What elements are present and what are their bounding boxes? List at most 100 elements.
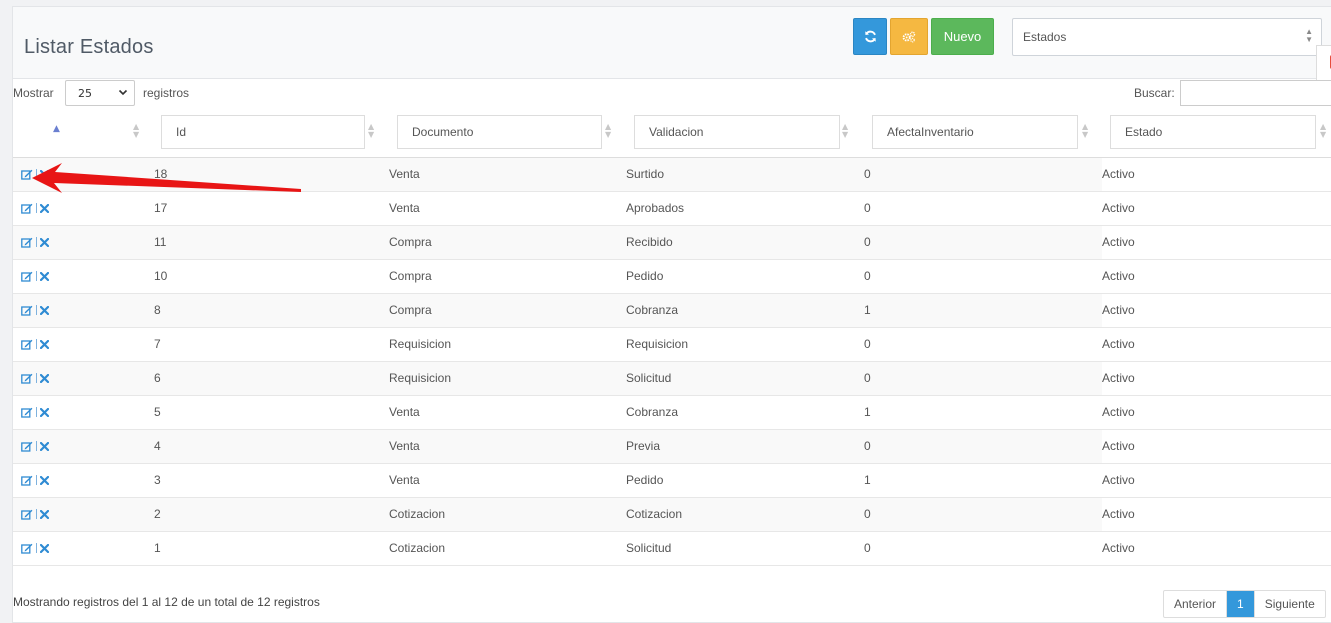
delete-icon[interactable] (40, 169, 49, 179)
module-select-value: Estados (1023, 30, 1067, 44)
filter-validacion[interactable]: Validacion (634, 115, 840, 149)
cell-estado: Activo (1102, 497, 1331, 531)
show-label: Mostrar (13, 86, 54, 100)
delete-icon[interactable] (40, 509, 49, 519)
cell-documento: Requisicion (389, 371, 452, 385)
delete-icon[interactable] (40, 237, 49, 247)
row-actions (13, 497, 153, 531)
sort-icon: ▲ ▼ (842, 122, 849, 139)
edit-icon[interactable] (21, 475, 33, 486)
column-afectainventario-header[interactable]: AfectaInventario ▲ ▼ (864, 107, 1102, 158)
edit-icon[interactable] (21, 373, 33, 384)
cell-id: 18 (154, 167, 168, 181)
side-tab[interactable] (1316, 45, 1331, 83)
cell-id: 2 (154, 507, 161, 521)
table-row: 8 Compra Cobranza 1 Activo (13, 293, 1331, 327)
separator (36, 373, 37, 383)
filter-documento[interactable]: Documento (397, 115, 602, 149)
cell-afectainventario: 0 (864, 371, 871, 385)
cell-estado: Activo (1102, 361, 1331, 395)
separator (36, 509, 37, 519)
page-length-select[interactable]: 25 (65, 80, 135, 106)
edit-icon[interactable] (21, 543, 33, 554)
cell-afectainventario: 0 (864, 337, 871, 351)
cell-id: 10 (154, 269, 168, 283)
row-actions (13, 225, 153, 259)
edit-icon[interactable] (21, 237, 33, 248)
row-actions (13, 259, 153, 293)
edit-icon[interactable] (21, 305, 33, 316)
cell-afectainventario: 0 (864, 235, 871, 249)
refresh-button[interactable] (853, 18, 887, 55)
edit-icon[interactable] (21, 169, 33, 180)
cell-estado: Activo (1102, 225, 1331, 259)
cell-documento: Requisicion (389, 337, 452, 351)
table-row: 17 Venta Aprobados 0 Activo (13, 191, 1331, 225)
edit-icon[interactable] (21, 509, 33, 520)
cell-documento: Compra (389, 303, 432, 317)
cell-validacion: Requisicion (626, 337, 689, 351)
row-actions (13, 293, 153, 327)
cell-estado: Activo (1102, 531, 1331, 565)
edit-icon[interactable] (21, 271, 33, 282)
delete-icon[interactable] (40, 407, 49, 417)
delete-icon[interactable] (40, 339, 49, 349)
cell-id: 11 (154, 235, 167, 249)
row-actions (13, 191, 153, 225)
module-select[interactable]: Estados ▲ ▼ (1012, 18, 1322, 56)
table-row: 5 Venta Cobranza 1 Activo (13, 395, 1331, 429)
cell-afectainventario: 0 (864, 541, 871, 555)
page-1-button[interactable]: 1 (1227, 591, 1255, 617)
cell-afectainventario: 0 (864, 507, 871, 521)
separator (36, 271, 37, 281)
cell-documento: Venta (389, 405, 420, 419)
column-validacion-header[interactable]: Validacion ▲ ▼ (626, 107, 864, 158)
column-documento-header[interactable]: Documento ▲ ▼ (389, 107, 626, 158)
cell-afectainventario: 0 (864, 167, 871, 181)
column-id-header[interactable]: Id ▲ ▼ (153, 107, 389, 158)
separator (36, 237, 37, 247)
sort-icon: ▲ ▼ (1082, 122, 1089, 139)
delete-icon[interactable] (40, 271, 49, 281)
separator (36, 475, 37, 485)
sort-icon: ▲ ▼ (1320, 122, 1327, 139)
delete-icon[interactable] (40, 305, 49, 315)
table-row: 4 Venta Previa 0 Activo (13, 429, 1331, 463)
delete-icon[interactable] (40, 373, 49, 383)
cell-documento: Compra (389, 269, 432, 283)
cell-id: 4 (154, 439, 161, 453)
filter-id[interactable]: Id (161, 115, 365, 149)
edit-icon[interactable] (21, 441, 33, 452)
cell-id: 1 (154, 541, 161, 555)
cell-id: 5 (154, 405, 161, 419)
edit-icon[interactable] (21, 339, 33, 350)
cell-afectainventario: 0 (864, 439, 871, 453)
row-actions (13, 395, 153, 429)
new-button[interactable]: Nuevo (931, 18, 994, 55)
sort-icon: ▲ ▼ (368, 122, 375, 139)
edit-icon[interactable] (21, 407, 33, 418)
cell-estado: Activo (1102, 293, 1331, 327)
column-actions-header[interactable]: ▲ ▲ ▼ (13, 107, 153, 158)
cell-afectainventario: 1 (864, 473, 871, 487)
delete-icon[interactable] (40, 441, 49, 451)
delete-icon[interactable] (40, 203, 49, 213)
cell-estado: Activo (1102, 327, 1331, 361)
next-page-button[interactable]: Siguiente (1255, 591, 1325, 617)
edit-icon[interactable] (21, 203, 33, 214)
table-row: 3 Venta Pedido 1 Activo (13, 463, 1331, 497)
prev-page-button[interactable]: Anterior (1164, 591, 1228, 617)
separator (36, 339, 37, 349)
filter-afectainventario[interactable]: AfectaInventario (872, 115, 1078, 149)
cell-documento: Venta (389, 473, 420, 487)
cell-validacion: Cobranza (626, 405, 679, 419)
search-input[interactable] (1180, 80, 1331, 106)
cell-documento: Compra (389, 235, 432, 249)
column-estado-header[interactable]: Estado ▲ ▼ (1102, 107, 1331, 158)
filter-estado[interactable]: Estado (1110, 115, 1316, 149)
delete-icon[interactable] (40, 543, 49, 553)
cell-estado: Activo (1102, 395, 1331, 429)
delete-icon[interactable] (40, 475, 49, 485)
table-row: 7 Requisicion Requisicion 0 Activo (13, 327, 1331, 361)
settings-button[interactable] (890, 18, 928, 55)
